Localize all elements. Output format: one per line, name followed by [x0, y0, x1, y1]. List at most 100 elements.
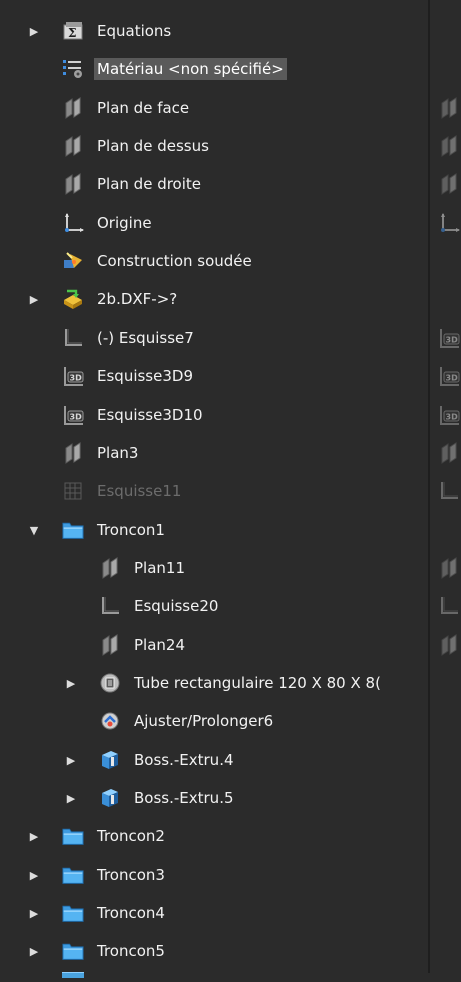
tree-item[interactable]: Plan de droite [0, 167, 428, 201]
tree-item[interactable]: Plan11 [0, 551, 428, 585]
plane-icon [438, 442, 460, 464]
tree-item[interactable]: ▶ Troncon4 [0, 896, 428, 930]
svg-text:3D: 3D [70, 413, 83, 422]
secondary-tree-pane: 3D 3D 3D [430, 0, 461, 973]
tree-item-label: Origine [97, 214, 152, 232]
expand-arrow-icon[interactable]: ▶ [65, 676, 77, 690]
tree-item-label: Esquisse3D9 [97, 367, 193, 385]
tree-item[interactable]: (-) Esquisse7 [0, 321, 428, 355]
origin-icon [438, 212, 460, 234]
grid-sketch-icon [62, 480, 84, 502]
sketch-3d-icon: 3D [438, 365, 460, 387]
sketch-icon [99, 595, 121, 617]
tree-item[interactable]: Plan3 [0, 436, 428, 470]
sketch-icon [438, 480, 460, 502]
folder-icon [62, 825, 84, 847]
tree-item-label: Tube rectangulaire 120 X 80 X 8( [134, 674, 381, 692]
svg-text:3D: 3D [70, 374, 83, 383]
feature-manager-tree: ▶ Σ Equations Matériau <non spécifié> Plan d… [0, 0, 428, 973]
svg-text:3D: 3D [446, 336, 459, 345]
collapse-arrow-icon[interactable]: ▼ [28, 523, 40, 537]
expand-arrow-icon[interactable]: ▶ [65, 791, 77, 805]
expand-arrow-icon[interactable]: ▶ [28, 906, 40, 920]
partial-folder-icon [60, 964, 86, 978]
expand-arrow-icon[interactable]: ▶ [28, 292, 40, 306]
tree-item[interactable]: Esquisse11 [0, 474, 428, 508]
folder-icon [62, 519, 84, 541]
origin-icon [62, 212, 84, 234]
sketch-3d-icon: 3D [62, 404, 84, 426]
plane-icon [62, 442, 84, 464]
tree-item-label: Matériau <non spécifié> [94, 58, 287, 80]
tree-item-label: Troncon2 [97, 827, 165, 845]
expand-arrow-icon[interactable]: ▶ [28, 868, 40, 882]
plane-icon [62, 97, 84, 119]
tree-item-label: Plan de face [97, 99, 190, 117]
plane-icon [99, 557, 121, 579]
folder-icon [62, 864, 84, 886]
expand-arrow-icon[interactable]: ▶ [65, 753, 77, 767]
trim-extend-icon [99, 710, 121, 732]
tree-item-label: Troncon3 [97, 866, 165, 884]
expand-arrow-icon[interactable]: ▶ [28, 829, 40, 843]
structural-member-icon [99, 672, 121, 694]
sketch-icon [438, 595, 460, 617]
tree-item[interactable]: 3D Esquisse3D9 [0, 359, 428, 393]
plane-icon [438, 557, 460, 579]
folder-icon [62, 940, 84, 962]
tree-item-label: Boss.-Extru.5 [134, 789, 234, 807]
tree-item[interactable]: Matériau <non spécifié> [0, 52, 428, 86]
tree-item-label: Troncon5 [97, 942, 165, 960]
tree-item[interactable]: ▶ Boss.-Extru.4 [0, 743, 428, 777]
tree-item[interactable]: Plan de face [0, 91, 428, 125]
tree-item[interactable]: ▶ Σ Equations [0, 14, 428, 48]
tree-item[interactable]: 3D Esquisse3D10 [0, 398, 428, 432]
plane-icon [438, 173, 460, 195]
tree-item-label: Troncon4 [97, 904, 165, 922]
tree-item[interactable]: ▶ 2b.DXF->? [0, 282, 428, 316]
svg-text:3D: 3D [446, 413, 459, 422]
plane-icon [62, 173, 84, 195]
tree-item-label: Plan3 [97, 444, 139, 462]
tree-item[interactable]: ▶ Troncon5 [0, 934, 428, 968]
expand-arrow-icon[interactable]: ▶ [28, 944, 40, 958]
tree-item-label: Plan11 [134, 559, 185, 577]
sketch-3d-icon: 3D [62, 365, 84, 387]
extrude-icon [99, 787, 121, 809]
weldment-icon [62, 250, 84, 272]
sketch-icon [62, 327, 84, 349]
plane-icon [62, 135, 84, 157]
tree-item-label: Boss.-Extru.4 [134, 751, 234, 769]
tree-item-label: Esquisse20 [134, 597, 219, 615]
tree-item[interactable]: Origine [0, 206, 428, 240]
tree-item[interactable]: ▶ Tube rectangulaire 120 X 80 X 8( [0, 666, 428, 700]
expand-arrow-icon[interactable]: ▶ [28, 24, 40, 38]
extrude-icon [99, 749, 121, 771]
tree-item[interactable]: Ajuster/Prolonger6 [0, 704, 428, 738]
folder-icon [62, 902, 84, 924]
tree-item[interactable]: ▶ Troncon2 [0, 819, 428, 853]
tree-item-label: Troncon1 [97, 521, 165, 539]
tree-item[interactable]: ▶ Troncon3 [0, 858, 428, 892]
tree-item-label: 2b.DXF->? [97, 290, 178, 308]
plane-icon [99, 634, 121, 656]
tree-item-label: Plan24 [134, 636, 185, 654]
tree-item[interactable]: Esquisse20 [0, 589, 428, 623]
tree-item-label: Plan de droite [97, 175, 202, 193]
plane-icon [438, 97, 460, 119]
tree-item-label: Plan de dessus [97, 137, 209, 155]
tree-item-label: Esquisse3D10 [97, 406, 203, 424]
sketch-3d-icon: 3D [438, 404, 460, 426]
tree-item-label: Construction soudée [97, 252, 252, 270]
tree-item[interactable]: Plan24 [0, 628, 428, 662]
tree-item[interactable]: ▶ Boss.-Extru.5 [0, 781, 428, 815]
tree-item[interactable]: ▼ Troncon1 [0, 513, 428, 547]
tree-item-label: Esquisse11 [97, 482, 182, 500]
imported-part-icon [62, 288, 84, 310]
svg-text:Σ: Σ [68, 26, 76, 40]
tree-item[interactable]: Plan de dessus [0, 129, 428, 163]
svg-text:3D: 3D [446, 374, 459, 383]
tree-item[interactable]: Construction soudée [0, 244, 428, 278]
tree-item-label: Equations [97, 22, 172, 40]
equations-icon: Σ [62, 20, 84, 42]
